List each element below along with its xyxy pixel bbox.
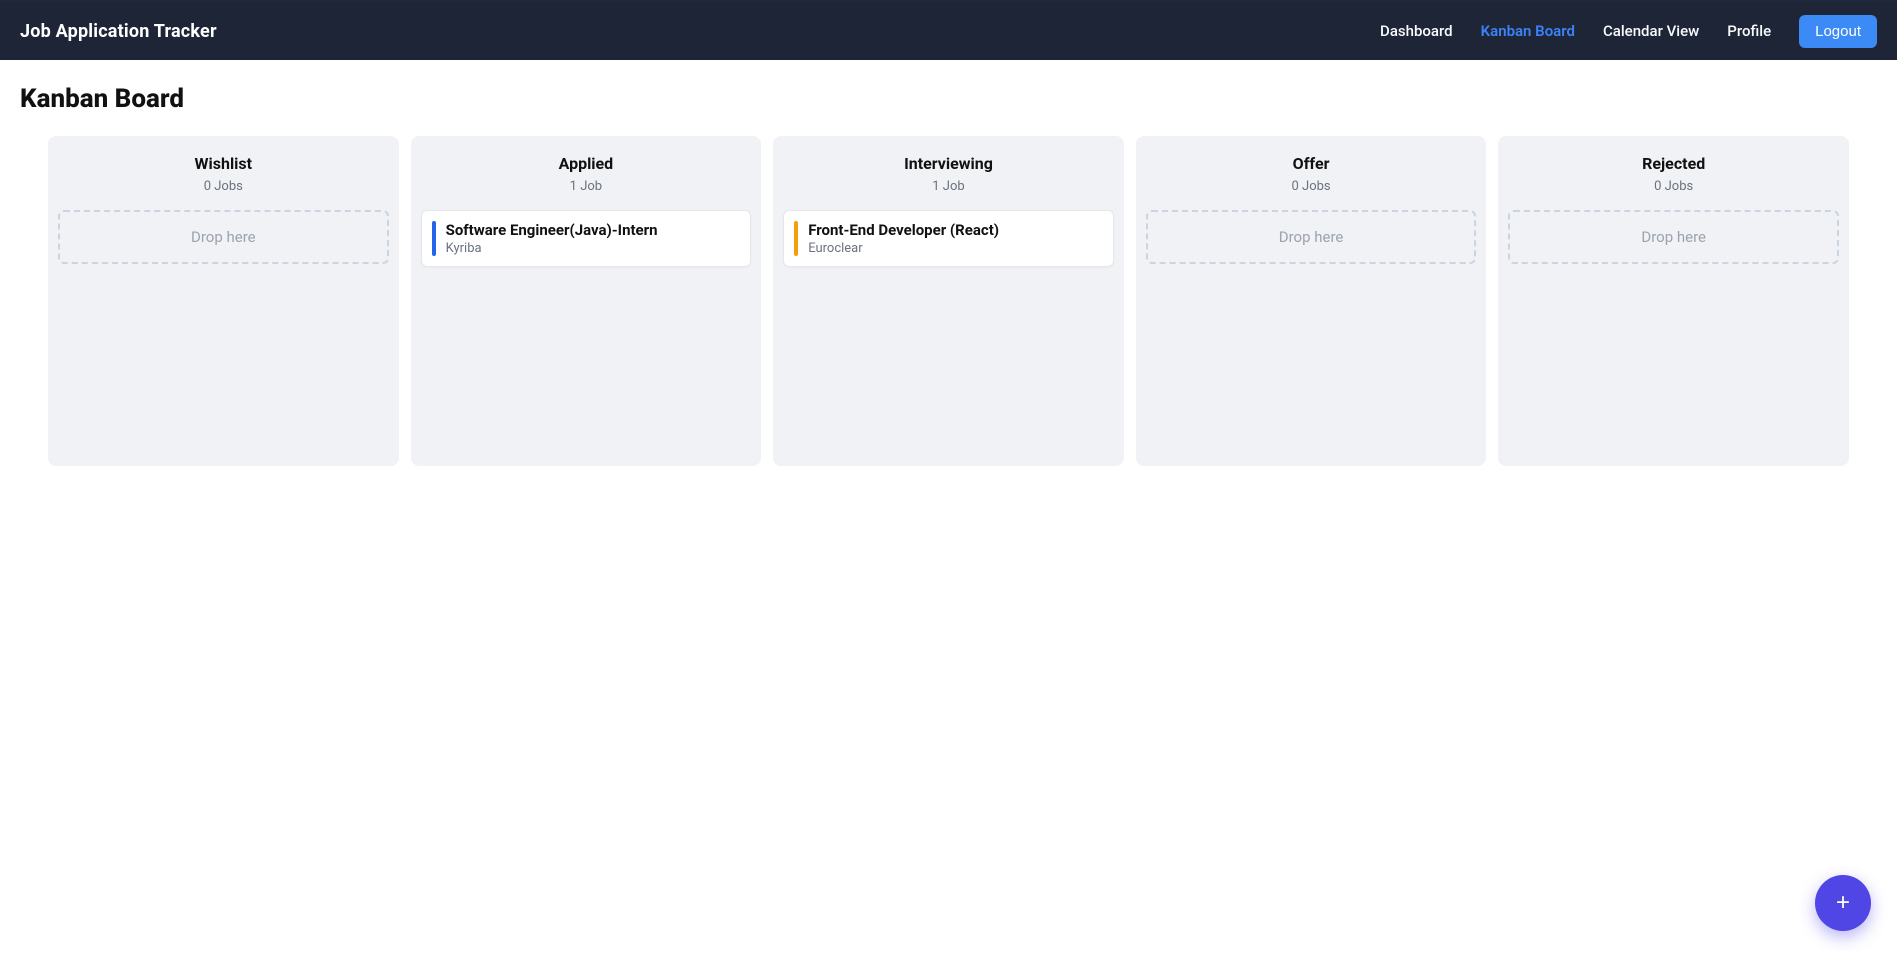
nav-dashboard[interactable]: Dashboard (1380, 22, 1453, 40)
kanban-board: Wishlist 0 Jobs Drop here Applied 1 Job Softw… (20, 136, 1877, 466)
page-title: Kanban Board (20, 84, 1877, 114)
column-title: Rejected (1508, 154, 1839, 173)
column-count: 1 Job (421, 179, 752, 194)
column-count: 0 Jobs (58, 179, 389, 194)
nav-calendar-view[interactable]: Calendar View (1603, 22, 1699, 40)
drop-zone[interactable]: Drop here (1508, 210, 1839, 264)
page: Kanban Board Wishlist 0 Jobs Drop here Appl… (0, 60, 1897, 506)
column-applied[interactable]: Applied 1 Job Software Engineer(Java)-Inte… (411, 136, 762, 466)
card-title: Software Engineer(Java)-Intern (446, 221, 739, 239)
column-title: Interviewing (783, 154, 1114, 173)
column-wishlist[interactable]: Wishlist 0 Jobs Drop here (48, 136, 399, 466)
app-brand: Job Application Tracker (20, 21, 217, 42)
column-title: Wishlist (58, 154, 389, 173)
add-job-fab[interactable]: + (1815, 875, 1871, 931)
card-accent (432, 221, 436, 256)
navbar: Job Application Tracker Dashboard Kanban… (0, 2, 1897, 60)
column-offer[interactable]: Offer 0 Jobs Drop here (1136, 136, 1487, 466)
plus-icon: + (1836, 891, 1850, 915)
column-count: 0 Jobs (1508, 179, 1839, 194)
drop-zone[interactable]: Drop here (1146, 210, 1477, 264)
job-card[interactable]: Software Engineer(Java)-Intern Kyriba (421, 210, 752, 267)
card-company: Euroclear (808, 241, 1101, 256)
column-count: 1 Job (783, 179, 1114, 194)
column-rejected[interactable]: Rejected 0 Jobs Drop here (1498, 136, 1849, 466)
logout-button[interactable]: Logout (1799, 15, 1877, 48)
card-accent (794, 221, 798, 256)
column-title: Applied (421, 154, 752, 173)
card-title: Front-End Developer (React) (808, 221, 1101, 239)
column-interviewing[interactable]: Interviewing 1 Job Front-End Developer (Re… (773, 136, 1124, 466)
card-content: Software Engineer(Java)-Intern Kyriba (446, 221, 739, 256)
column-title: Offer (1146, 154, 1477, 173)
navbar-right: Dashboard Kanban Board Calendar View Pro… (1380, 15, 1877, 48)
column-count: 0 Jobs (1146, 179, 1477, 194)
drop-zone[interactable]: Drop here (58, 210, 389, 264)
card-content: Front-End Developer (React) Euroclear (808, 221, 1101, 256)
nav-kanban-board[interactable]: Kanban Board (1481, 22, 1575, 40)
nav-profile[interactable]: Profile (1727, 22, 1771, 40)
job-card[interactable]: Front-End Developer (React) Euroclear (783, 210, 1114, 267)
card-company: Kyriba (446, 241, 739, 256)
